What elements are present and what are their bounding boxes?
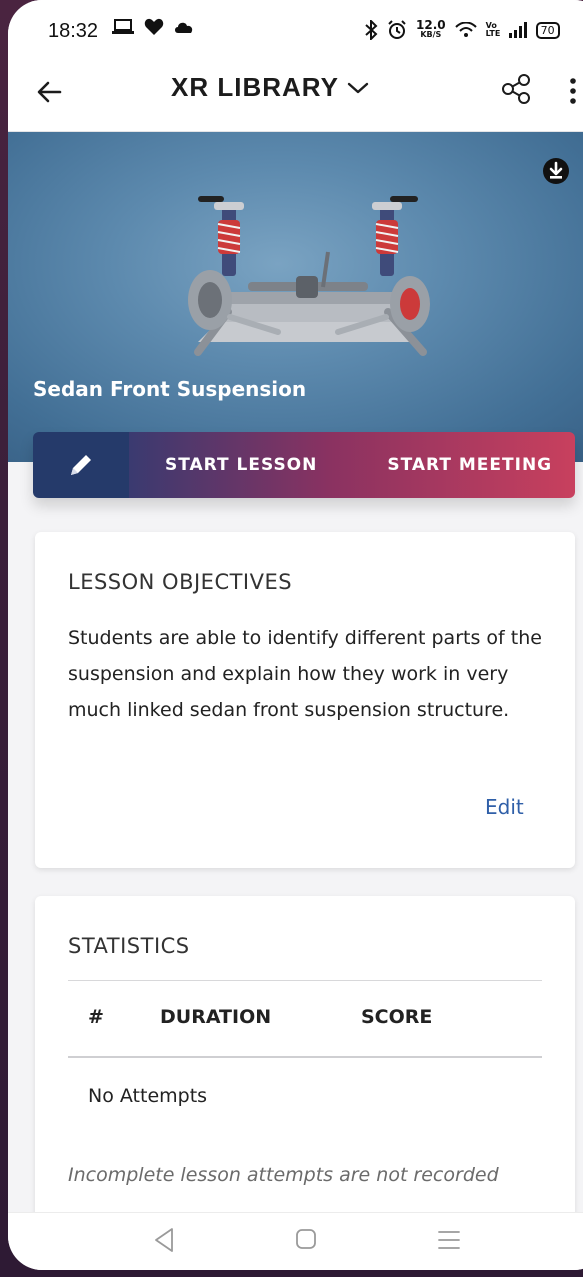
page-title: XR LIBRARY: [171, 72, 339, 102]
lesson-objectives-card: LESSON OBJECTIVES Students are able to i…: [35, 532, 575, 868]
status-time: 18:32: [48, 20, 99, 42]
network-speed-value: 12.0: [416, 18, 446, 32]
divider: [68, 980, 542, 981]
action-buttons: START LESSON START MEETING: [129, 432, 575, 498]
column-header-duration: DURATION: [160, 1006, 272, 1028]
laptop-icon: [112, 19, 134, 34]
nav-back-icon[interactable]: [152, 1227, 176, 1253]
network-speed: 12.0 KB/S: [416, 18, 446, 39]
pencil-icon: [71, 455, 91, 475]
objectives-heading: LESSON OBJECTIVES: [68, 570, 293, 594]
nav-home-icon[interactable]: [294, 1227, 318, 1251]
library-title-dropdown[interactable]: XR LIBRARY: [171, 72, 369, 103]
more-vert-icon[interactable]: [563, 74, 583, 108]
statistics-note: Incomplete lesson attempts are not recor…: [68, 1164, 499, 1186]
edit-lesson-button[interactable]: [33, 432, 129, 498]
column-header-number: #: [88, 1006, 104, 1028]
nav-recents-icon[interactable]: [436, 1229, 462, 1251]
divider: [68, 1056, 542, 1058]
objectives-text: Students are able to identify different …: [68, 627, 542, 721]
signal-icon: [508, 22, 527, 38]
chevron-down-icon: [347, 82, 369, 93]
app-header: XR LIBRARY: [8, 62, 583, 132]
lesson-title: Sedan Front Suspension: [33, 377, 307, 401]
volte-badge: Vo LTE: [485, 21, 501, 38]
status-bar: 18:32 12.0 KB/S Vo LTE 70: [8, 0, 583, 62]
system-nav-bar: [8, 1212, 583, 1270]
statistics-heading: STATISTICS: [68, 934, 190, 958]
suspension-model-image[interactable]: [158, 192, 458, 362]
wifi-icon: [454, 22, 477, 37]
download-icon[interactable]: [541, 156, 571, 186]
empty-state-text: No Attempts: [88, 1085, 208, 1107]
battery-icon: 70: [535, 21, 560, 39]
share-icon[interactable]: [500, 72, 534, 106]
heart-icon: [144, 18, 164, 35]
alarm-icon: [388, 20, 406, 39]
status-right-icons: 12.0 KB/S Vo LTE 70: [364, 18, 560, 40]
lesson-action-bar: START LESSON START MEETING: [33, 432, 575, 498]
cloud-icon: [175, 22, 193, 33]
phone-screen: 18:32 12.0 KB/S Vo LTE 70 XR LIBRARY Sed…: [8, 0, 583, 1270]
column-header-score: SCORE: [361, 1006, 433, 1028]
bluetooth-icon: [365, 20, 378, 40]
back-arrow-icon[interactable]: [30, 72, 70, 112]
start-meeting-button[interactable]: START MEETING: [387, 455, 552, 475]
network-speed-unit: KB/S: [420, 30, 442, 39]
edit-objectives-link[interactable]: Edit: [485, 795, 524, 819]
statistics-card: STATISTICS # DURATION SCORE No Attempts …: [35, 896, 575, 1256]
status-left-icons: [112, 18, 194, 36]
start-lesson-button[interactable]: START LESSON: [165, 455, 317, 475]
lesson-hero: Sedan Front Suspension: [8, 132, 583, 462]
